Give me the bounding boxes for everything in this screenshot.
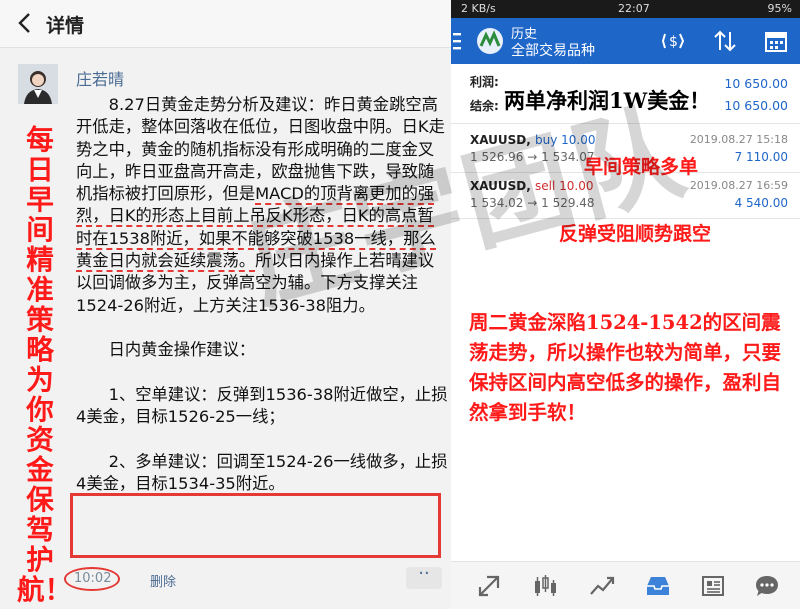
trade-symbol-text: XAUUSD, bbox=[470, 179, 531, 193]
trade-symbol-text: XAUUSD, bbox=[470, 133, 531, 147]
profit-value: 10 650.00 bbox=[724, 76, 788, 91]
account-summary: 利润: 10 650.00 结余: 10 650.00 两单净利润1W美金！ bbox=[451, 64, 800, 124]
status-bar: 2 KB/s 22:07 95% bbox=[451, 0, 800, 18]
trade-date: 2019.08.27 16:59 bbox=[689, 179, 788, 192]
calendar-icon[interactable] bbox=[762, 28, 790, 54]
trade-symbol: XAUUSD, sell 10.00 bbox=[470, 179, 594, 193]
nav-trade-icon[interactable] bbox=[475, 572, 503, 600]
status-time: 22:07 bbox=[618, 2, 650, 15]
symbol-filter[interactable]: 全部交易品种 bbox=[511, 40, 595, 60]
trade-profit: 7 110.00 bbox=[734, 150, 788, 164]
balance-value: 10 650.00 bbox=[724, 98, 788, 113]
delete-link[interactable]: 删除 bbox=[150, 571, 176, 590]
network-speed: 2 KB/s bbox=[461, 2, 496, 15]
balance-label: 结余: bbox=[470, 99, 499, 113]
trade-symbol: XAUUSD, buy 10.00 bbox=[470, 133, 596, 147]
currency-filter-icon[interactable]: $ bbox=[660, 28, 688, 54]
trade-row[interactable]: XAUUSD, sell 10.00 1 534.02 → 1 529.48 2… bbox=[451, 176, 800, 219]
nav-quotes-icon[interactable] bbox=[588, 572, 616, 600]
metatrader-logo-icon bbox=[477, 28, 503, 54]
rebound-annotation: 反弹受阻顺势跟空 bbox=[559, 223, 712, 245]
author-name[interactable]: 庄若晴 bbox=[76, 66, 124, 90]
trade-prices: 1 526.96 → 1 534.07 bbox=[470, 150, 595, 164]
post-long-suggestion: 2、多单建议：回调至1524-26一线做多，止损4美金，目标1534-35附近。 bbox=[76, 451, 448, 494]
avatar[interactable] bbox=[18, 64, 58, 104]
post-suggestion-heading: 日内黄金操作建议： bbox=[108, 340, 256, 360]
side-slogan: 每日早间精准策略为你资金保驾护航！ bbox=[17, 124, 72, 606]
profit-annotation: 两单净利润1W美金！ bbox=[504, 88, 711, 113]
trade-side: buy 10.00 bbox=[535, 133, 596, 147]
long-suggestion-highlight-box bbox=[70, 493, 441, 558]
detail-panel: 详情 庄若晴 8.27日黄金走势分析及建议：昨日黄金跳空高开低走，整体回落收在低… bbox=[0, 0, 451, 609]
bottom-nav bbox=[451, 561, 800, 609]
page-title: 详情 bbox=[46, 15, 85, 37]
trade-date: 2019.08.27 15:18 bbox=[689, 133, 788, 146]
detail-header: 详情 bbox=[0, 0, 451, 48]
battery-level: 95% bbox=[767, 2, 792, 15]
profit-label: 利润: bbox=[470, 75, 499, 89]
more-button[interactable]: ·· bbox=[406, 565, 442, 589]
trade-prices: 1 534.02 → 1 529.48 bbox=[470, 196, 595, 210]
back-arrow-icon[interactable] bbox=[14, 10, 38, 36]
nav-chart-icon[interactable] bbox=[531, 572, 559, 600]
trade-history-panel: 2 KB/s 22:07 95% 历史 全部交易品种 $ 利润: 10 650.… bbox=[451, 0, 800, 609]
trade-side: sell 10.00 bbox=[535, 179, 594, 193]
morning-strategy-annotation: 早间策略多单 bbox=[584, 156, 699, 178]
avatar-photo-icon bbox=[18, 64, 58, 104]
post-short-suggestion: 1、空单建议：反弹到1536-38附近做空，止损4美金，目标1526-25一线； bbox=[76, 384, 448, 427]
menu-icon[interactable] bbox=[453, 30, 463, 52]
nav-chat-icon[interactable] bbox=[753, 572, 781, 600]
post-timestamp: 10:02 bbox=[74, 571, 112, 586]
svg-text:$: $ bbox=[669, 34, 678, 50]
trade-profit: 4 540.00 bbox=[734, 196, 788, 210]
summary-annotation: 周二黄金深陷1524-1542的区间震荡走势，所以操作也较为简单，只要保持区间内… bbox=[469, 311, 782, 424]
nav-history-icon[interactable] bbox=[644, 572, 672, 600]
sort-icon[interactable] bbox=[711, 28, 739, 54]
nav-news-icon[interactable] bbox=[699, 572, 727, 600]
app-bar: 历史 全部交易品种 $ bbox=[451, 18, 800, 64]
post-body: 8.27日黄金走势分析及建议：昨日黄金跳空高开低走，整体回落收在低位，日图收盘中… bbox=[76, 94, 448, 495]
